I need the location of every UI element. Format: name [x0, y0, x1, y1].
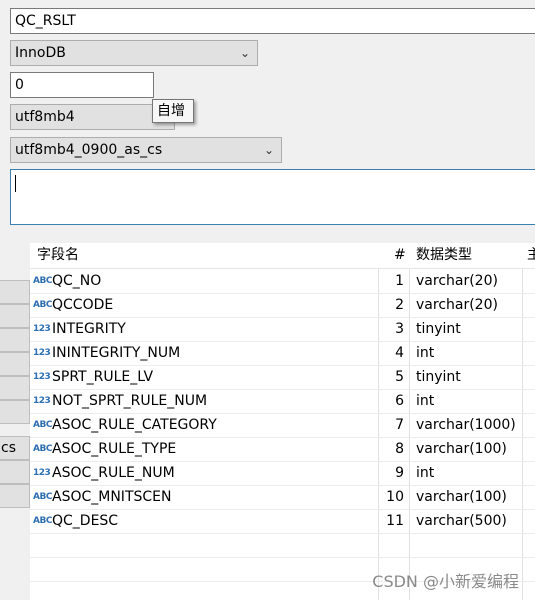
auto-increment-tooltip: 自增: [152, 99, 194, 123]
text-type-icon: ABC: [33, 516, 52, 526]
header-index[interactable]: #: [394, 243, 406, 268]
grid-header: 字段名 # 数据类型 主: [30, 243, 535, 269]
chevron-down-icon: ⌄: [239, 46, 250, 60]
left-strip-button-2[interactable]: [0, 304, 30, 328]
comment-textarea[interactable]: [10, 169, 535, 225]
field-index-cell: 8: [395, 441, 404, 457]
numeric-type-icon: 123: [33, 348, 51, 358]
field-index-cell: 11: [386, 513, 404, 529]
text-caret: [15, 175, 16, 192]
field-index-cell: 3: [395, 321, 404, 337]
field-index-cell: 1: [395, 273, 404, 289]
collation-select[interactable]: utf8mb4_0900_as_cs ⌄: [10, 137, 282, 163]
field-name-cell[interactable]: ASOC_RULE_TYPE: [52, 437, 176, 461]
field-name-cell[interactable]: INTEGRITY: [52, 317, 126, 341]
field-index-cell: 6: [395, 393, 404, 409]
charset-value: utf8mb4: [15, 109, 75, 125]
left-button-strip: cs: [0, 243, 30, 600]
table-row[interactable]: 123 ASOC_RULE_NUM 9 int: [30, 461, 535, 486]
watermark: CSDN @小新爱编程: [372, 572, 519, 591]
data-type-cell[interactable]: varchar(500): [416, 509, 507, 533]
left-strip-button-8[interactable]: [0, 460, 30, 484]
numeric-type-icon: 123: [33, 396, 51, 406]
table-row[interactable]: ABC ASOC_RULE_CATEGORY 7 varchar(1000): [30, 413, 535, 438]
field-name-cell[interactable]: ASOC_RULE_NUM: [52, 461, 175, 485]
empty-row: [30, 533, 535, 558]
data-type-cell[interactable]: varchar(100): [416, 437, 507, 461]
table-row[interactable]: 123 INTEGRITY 3 tinyint: [30, 317, 535, 342]
table-row[interactable]: ABC ASOC_MNITSCEN 10 varchar(100): [30, 485, 535, 510]
header-primary-key[interactable]: 主: [527, 243, 535, 268]
field-index-cell: 5: [395, 369, 404, 385]
charset-select[interactable]: utf8mb4: [10, 104, 175, 130]
engine-value: InnoDB: [15, 45, 66, 61]
field-index-cell: 4: [395, 345, 404, 361]
table-row[interactable]: 123 SPRT_RULE_LV 5 tinyint: [30, 365, 535, 390]
text-type-icon: ABC: [33, 420, 52, 430]
numeric-type-icon: 123: [33, 372, 51, 382]
field-index-cell: 9: [395, 465, 404, 481]
left-strip-button-3[interactable]: [0, 328, 30, 352]
table-row[interactable]: ABC QCCODE 2 varchar(20): [30, 293, 535, 318]
left-strip-button-6[interactable]: [0, 400, 30, 424]
field-index-cell: 2: [395, 297, 404, 313]
left-strip-button-9[interactable]: [0, 484, 30, 508]
data-type-cell[interactable]: int: [416, 461, 434, 485]
field-name-cell[interactable]: NOT_SPRT_RULE_NUM: [52, 389, 207, 413]
columns-grid: 字段名 # 数据类型 主 ABC QC_NO 1 varchar(20) ABC QCCO…: [30, 243, 535, 600]
field-name-cell[interactable]: QCCODE: [52, 293, 113, 317]
left-strip-button-7[interactable]: cs: [0, 436, 30, 460]
auto-increment-field[interactable]: 0: [10, 72, 154, 98]
left-strip-button-4[interactable]: [0, 352, 30, 376]
header-field-name[interactable]: 字段名: [37, 243, 79, 268]
table-row[interactable]: ABC QC_NO 1 varchar(20): [30, 269, 535, 294]
field-index-cell: 10: [386, 489, 404, 505]
table-name-field[interactable]: QC_RSLT: [10, 8, 535, 34]
text-type-icon: ABC: [33, 492, 52, 502]
data-type-cell[interactable]: int: [416, 389, 434, 413]
numeric-type-icon: 123: [33, 324, 51, 334]
numeric-type-icon: 123: [33, 468, 51, 478]
field-index-cell: 7: [395, 417, 404, 433]
field-name-cell[interactable]: QC_NO: [52, 269, 101, 293]
text-type-icon: ABC: [33, 300, 52, 310]
data-type-cell[interactable]: tinyint: [416, 365, 461, 389]
table-row[interactable]: 123 NOT_SPRT_RULE_NUM 6 int: [30, 389, 535, 414]
left-strip-button-1[interactable]: [0, 280, 30, 304]
field-name-cell[interactable]: QC_DESC: [52, 509, 118, 533]
field-name-cell[interactable]: ASOC_RULE_CATEGORY: [52, 413, 217, 437]
field-name-cell[interactable]: ININTEGRITY_NUM: [52, 341, 180, 365]
table-row[interactable]: 123 ININTEGRITY_NUM 4 int: [30, 341, 535, 366]
field-name-cell[interactable]: SPRT_RULE_LV: [52, 365, 153, 389]
field-name-cell[interactable]: ASOC_MNITSCEN: [52, 485, 171, 509]
chevron-down-icon: ⌄: [263, 143, 274, 157]
data-type-cell[interactable]: int: [416, 341, 434, 365]
text-type-icon: ABC: [33, 444, 52, 454]
left-strip-button-label: cs: [1, 440, 16, 456]
text-type-icon: ABC: [33, 276, 52, 286]
engine-select[interactable]: InnoDB ⌄: [10, 40, 258, 66]
table-row[interactable]: ABC QC_DESC 11 varchar(500): [30, 509, 535, 534]
header-data-type[interactable]: 数据类型: [416, 243, 472, 268]
data-type-cell[interactable]: tinyint: [416, 317, 461, 341]
data-type-cell[interactable]: varchar(1000): [416, 413, 516, 437]
left-strip-button-5[interactable]: [0, 376, 30, 400]
collation-value: utf8mb4_0900_as_cs: [15, 142, 163, 158]
data-type-cell[interactable]: varchar(20): [416, 293, 498, 317]
data-type-cell[interactable]: varchar(20): [416, 269, 498, 293]
data-type-cell[interactable]: varchar(100): [416, 485, 507, 509]
table-row[interactable]: ABC ASOC_RULE_TYPE 8 varchar(100): [30, 437, 535, 462]
